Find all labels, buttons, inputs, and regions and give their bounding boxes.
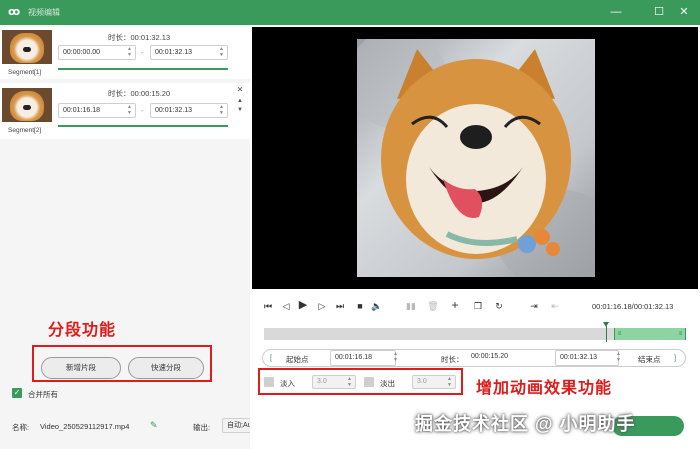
name-label: 名称: (12, 423, 30, 432)
next-frame-icon[interactable]: ▷ (316, 300, 328, 312)
stepper-icon[interactable]: ▲ ▼ (218, 46, 225, 59)
add-segment-button[interactable]: 新增片段 (41, 357, 121, 379)
split-icon[interactable]: ▮▮ (405, 300, 417, 312)
fade-out-checkbox[interactable] (364, 377, 374, 387)
stepper-icon[interactable]: ▲ ▼ (126, 46, 133, 59)
stepper-icon[interactable]: ▲ ▼ (615, 351, 622, 364)
stepper-icon[interactable]: ▲ ▼ (392, 351, 399, 364)
merge-all-label: 合并所有 (28, 390, 58, 399)
selection-start-handle[interactable]: ≡ (616, 329, 623, 339)
time-readout: 00:01:16.18/00:01:32.13 (592, 302, 674, 311)
play-button[interactable]: ▶ (297, 299, 309, 311)
segment-duration: 时长：00:01:32.13 (108, 33, 171, 42)
segment-progress (58, 125, 228, 127)
close-button[interactable]: ✕ (676, 4, 692, 20)
quick-split-button[interactable]: 快速分段 (128, 357, 204, 379)
fade-in-checkbox[interactable] (264, 377, 274, 387)
stop-button[interactable]: ■ (354, 300, 366, 312)
range-end-field[interactable]: 00:01:32.13 ▲ ▼ (555, 350, 622, 366)
video-frame (357, 39, 595, 277)
stepper-icon[interactable]: ▲ ▼ (218, 104, 225, 117)
segment-end-field[interactable]: 00:01:32.13 ▲ ▼ (150, 103, 228, 118)
segment-end-field[interactable]: 00:01:32.13 ▲ ▼ (150, 45, 228, 60)
set-end-button[interactable]: 结束点 (638, 354, 661, 365)
copy-icon[interactable]: ❐ (472, 300, 484, 312)
range-start-field[interactable]: 00:01:16.18 ▲ ▼ (330, 350, 399, 366)
right-bracket-icon: ] (674, 353, 677, 362)
timeline-selection[interactable]: ≡ ≡ (614, 328, 686, 340)
video-preview[interactable] (252, 27, 698, 289)
segment-start-field[interactable]: 00:00:00.00 ▲ ▼ (58, 45, 136, 60)
add-icon[interactable]: + (449, 299, 461, 311)
animation-feature-annotation: 增加动画效果功能 (476, 380, 613, 397)
stepper-icon[interactable]: ▲ ▼ (446, 376, 453, 388)
range-separator: - (141, 106, 144, 115)
edit-name-icon[interactable]: ✎ (150, 420, 158, 431)
minimize-button[interactable]: — (608, 4, 624, 20)
fade-in-field[interactable]: 3.0 ▲ ▼ (312, 375, 356, 389)
title-bar: ꝏ 视频编辑 — ☐ ✕ (0, 0, 700, 25)
timeline-track[interactable]: ≡ ≡ (264, 328, 686, 340)
stepper-icon[interactable]: ▲ ▼ (346, 376, 353, 388)
move-down-icon[interactable]: ▼ (235, 105, 245, 115)
fade-in-label: 淡入 (280, 379, 295, 388)
set-start-button[interactable]: 起始点 (286, 354, 309, 365)
segment-feature-annotation: 分段功能 (48, 322, 117, 339)
reset-icon[interactable]: ↻ (493, 300, 505, 312)
segment-progress (58, 68, 228, 70)
stepper-icon[interactable]: ▲ ▼ (126, 104, 133, 117)
playhead-line (606, 326, 607, 342)
range-duration-value: 00:00:15.20 (467, 350, 555, 366)
maximize-button[interactable]: ☐ (651, 4, 667, 20)
fade-out-field[interactable]: 3.0 ▲ ▼ (412, 375, 456, 389)
file-name: Video_250529112917.mp4 (40, 422, 130, 431)
segment-duration: 时长：00:00:15.20 (108, 89, 171, 98)
selection-end-handle[interactable]: ≡ (677, 329, 684, 339)
segment-thumbnail (2, 30, 52, 64)
app-title: 视频编辑 (28, 8, 60, 17)
segment-item-2[interactable]: Segment[2] 时长：00:00:15.20 00:01:16.18 ▲ ▼… (0, 83, 250, 139)
skip-to-end-icon[interactable]: ⏭ (334, 300, 346, 312)
segment-label: Segment[2] (8, 127, 42, 134)
merge-all-checkbox[interactable]: ✓ (12, 388, 22, 398)
left-bracket-icon: [ (270, 353, 273, 362)
jump-start-marker-icon[interactable]: ⇥ (528, 300, 540, 312)
fade-out-label: 淡出 (380, 379, 395, 388)
range-duration-label: 时长： (441, 355, 464, 364)
volume-icon[interactable]: 🔈 (371, 300, 383, 312)
skip-to-start-icon[interactable]: ⏮ (262, 300, 274, 312)
delete-icon[interactable]: 🗑 (427, 300, 439, 312)
app-logo-icon: ꝏ (8, 6, 21, 18)
previous-frame-icon[interactable]: ◁ (280, 300, 292, 312)
segment-start-field[interactable]: 00:01:16.18 ▲ ▼ (58, 103, 136, 118)
output-label: 输出: (193, 423, 211, 432)
segment-item-1[interactable]: Segment[1] 时长：00:01:32.13 00:00:00.00 ▲ ▼… (0, 27, 250, 79)
range-separator: - (141, 48, 144, 57)
segment-thumbnail (2, 88, 52, 122)
watermark: 掘金技术社区 @ 小明助手 (415, 414, 636, 434)
close-segment-icon[interactable]: ✕ (235, 85, 245, 95)
segment-label: Segment[1] (8, 69, 42, 76)
jump-end-marker-icon[interactable]: ⇤ (549, 300, 561, 312)
